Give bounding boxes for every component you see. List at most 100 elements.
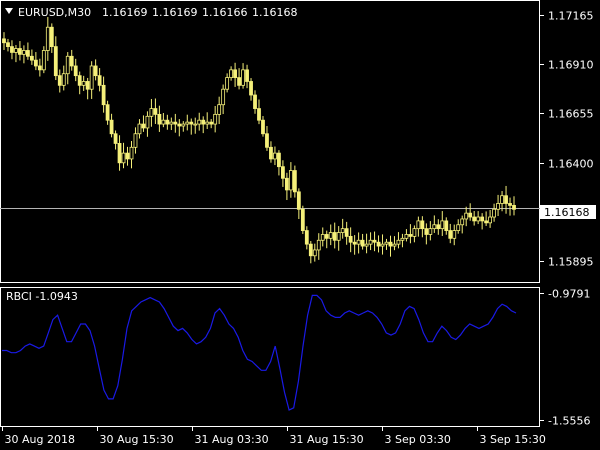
- candle[interactable]: [229, 66, 234, 81]
- candle[interactable]: [233, 62, 237, 87]
- candle[interactable]: [269, 141, 273, 163]
- candle[interactable]: [181, 121, 186, 132]
- candle[interactable]: [376, 235, 381, 253]
- candle[interactable]: [308, 241, 313, 264]
- candle[interactable]: [197, 112, 202, 131]
- candle[interactable]: [205, 112, 210, 130]
- candle[interactable]: [201, 116, 206, 134]
- candle[interactable]: [360, 233, 365, 250]
- candle[interactable]: [480, 213, 485, 230]
- candle[interactable]: [14, 45, 18, 63]
- candle[interactable]: [456, 219, 461, 234]
- candle[interactable]: [296, 188, 301, 220]
- candle[interactable]: [45, 17, 50, 61]
- candle[interactable]: [77, 71, 82, 95]
- rbci-line[interactable]: [2, 294, 517, 411]
- candle[interactable]: [468, 203, 473, 221]
- candle[interactable]: [97, 68, 102, 92]
- candle[interactable]: [18, 41, 22, 61]
- candle[interactable]: [145, 111, 150, 137]
- candle[interactable]: [261, 116, 265, 137]
- candle[interactable]: [484, 211, 489, 226]
- candle[interactable]: [157, 105, 162, 132]
- candle[interactable]: [241, 63, 245, 89]
- candle[interactable]: [328, 224, 333, 246]
- candle[interactable]: [464, 206, 469, 227]
- candle[interactable]: [348, 227, 353, 253]
- candle[interactable]: [380, 234, 385, 255]
- candle[interactable]: [61, 65, 66, 91]
- candle[interactable]: [149, 99, 154, 127]
- candle[interactable]: [368, 232, 373, 251]
- candle[interactable]: [133, 127, 138, 154]
- candle[interactable]: [344, 221, 349, 245]
- candle[interactable]: [221, 84, 226, 115]
- candle[interactable]: [384, 238, 389, 250]
- candle[interactable]: [117, 135, 122, 171]
- candle[interactable]: [412, 225, 417, 243]
- candle[interactable]: [257, 99, 261, 125]
- candle[interactable]: [213, 106, 218, 133]
- candle[interactable]: [440, 211, 445, 236]
- indicator-axis[interactable]: -0.9791 -1.5556: [540, 288, 590, 428]
- candle[interactable]: [161, 112, 166, 128]
- candle[interactable]: [372, 231, 377, 252]
- candle[interactable]: [153, 98, 158, 124]
- candle[interactable]: [420, 216, 425, 238]
- time-axis[interactable]: 30 Aug 2018 30 Aug 15:30 31 Aug 03:30 31 Au…: [2, 427, 546, 446]
- candle[interactable]: [277, 150, 281, 176]
- candle[interactable]: [93, 59, 98, 81]
- candle[interactable]: [2, 32, 6, 50]
- candle[interactable]: [10, 40, 14, 60]
- dropdown-triangle-icon[interactable]: [5, 8, 13, 14]
- candle[interactable]: [281, 160, 285, 187]
- candle[interactable]: [237, 68, 241, 90]
- candle[interactable]: [169, 117, 174, 131]
- candle[interactable]: [189, 118, 194, 135]
- candle[interactable]: [245, 64, 249, 89]
- candle[interactable]: [448, 223, 453, 244]
- rbci-group[interactable]: [2, 294, 517, 411]
- price-axis[interactable]: 1.171651.169101.166551.164001.161451.158…: [540, 10, 594, 269]
- candle[interactable]: [316, 233, 321, 260]
- candle[interactable]: [129, 141, 134, 169]
- candle[interactable]: [508, 197, 512, 216]
- candle[interactable]: [408, 224, 413, 244]
- candle[interactable]: [340, 218, 345, 239]
- candle[interactable]: [109, 113, 114, 138]
- candle[interactable]: [324, 230, 329, 249]
- candle[interactable]: [356, 232, 361, 254]
- candle[interactable]: [25, 42, 30, 60]
- candle[interactable]: [65, 52, 70, 85]
- candle[interactable]: [101, 76, 106, 113]
- candle[interactable]: [492, 203, 496, 222]
- candle[interactable]: [416, 216, 421, 237]
- candle[interactable]: [89, 61, 94, 99]
- candle[interactable]: [105, 100, 110, 125]
- candle[interactable]: [496, 194, 500, 216]
- candle[interactable]: [400, 233, 405, 248]
- candle[interactable]: [304, 226, 309, 250]
- candle[interactable]: [217, 96, 222, 125]
- candle[interactable]: [488, 209, 493, 228]
- candle[interactable]: [352, 235, 357, 255]
- candle[interactable]: [265, 126, 269, 151]
- candle[interactable]: [49, 23, 54, 53]
- candle[interactable]: [332, 222, 337, 249]
- candle[interactable]: [137, 119, 142, 139]
- candle[interactable]: [452, 224, 457, 246]
- candle[interactable]: [141, 115, 146, 132]
- candle[interactable]: [512, 196, 516, 216]
- candle[interactable]: [33, 52, 38, 71]
- candle[interactable]: [444, 217, 449, 235]
- candle[interactable]: [57, 69, 62, 93]
- candle[interactable]: [436, 219, 441, 235]
- candle[interactable]: [165, 114, 170, 130]
- candle[interactable]: [472, 210, 477, 226]
- candle[interactable]: [73, 58, 78, 82]
- candle[interactable]: [41, 46, 46, 74]
- candle[interactable]: [253, 90, 257, 114]
- candle[interactable]: [125, 146, 130, 166]
- candle[interactable]: [288, 162, 293, 198]
- candle[interactable]: [69, 49, 74, 71]
